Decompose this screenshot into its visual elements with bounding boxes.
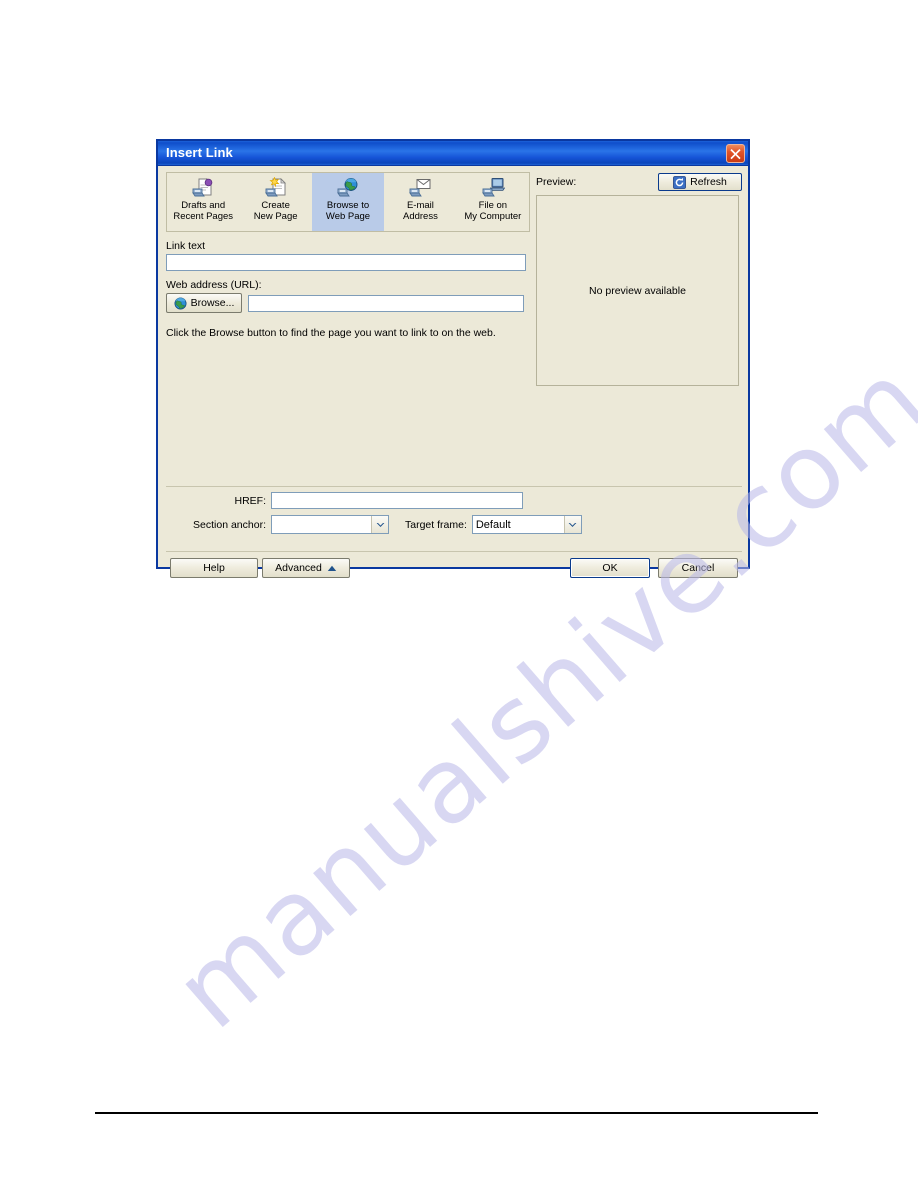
link-settings-column: Drafts and Recent Pages Create New Page … — [166, 172, 536, 339]
link-type-label: File on My Computer — [464, 200, 522, 222]
link-type-email-address[interactable]: E-mail Address — [384, 173, 456, 231]
browse-web-page-icon — [335, 176, 361, 198]
href-label: HREF: — [234, 494, 267, 507]
link-type-label: Create New Page — [253, 200, 298, 222]
advanced-panel: HREF: Section anchor: Target frame: Defa… — [166, 492, 742, 540]
refresh-button[interactable]: Refresh — [658, 173, 742, 191]
preview-pane: No preview available — [536, 195, 739, 386]
email-address-icon — [407, 176, 433, 198]
href-input[interactable] — [271, 492, 523, 509]
link-text-label: Link text — [166, 240, 206, 252]
help-button-label: Help — [203, 562, 225, 574]
globe-icon — [174, 297, 187, 309]
drafts-recent-pages-icon — [190, 176, 216, 198]
chevron-down-icon — [371, 516, 388, 533]
dialog-title: Insert Link — [166, 145, 233, 160]
section-anchor-select[interactable] — [271, 515, 389, 534]
link-type-toolbar: Drafts and Recent Pages Create New Page … — [166, 172, 530, 232]
chevron-down-icon — [563, 516, 581, 533]
link-type-file-on-my-computer[interactable]: File on My Computer — [457, 173, 529, 231]
ok-button[interactable]: OK — [570, 558, 650, 578]
anchor-frame-row: Section anchor: Target frame: Default — [166, 515, 742, 534]
insert-link-dialog: Insert Link Drafts and Recent Pages Crea… — [156, 139, 750, 578]
target-frame-select[interactable]: Default — [471, 515, 582, 534]
advanced-separator-top — [166, 486, 742, 487]
page-footer-rule — [95, 1112, 818, 1114]
web-address-input[interactable] — [248, 294, 524, 312]
dialog-footer: Help Advanced OK Cancel — [158, 558, 748, 588]
close-button[interactable] — [726, 144, 745, 163]
browse-hint-text: Click the Browse button to find the page… — [166, 327, 496, 339]
link-type-browse-to-web-page[interactable]: Browse to Web Page — [311, 173, 385, 231]
href-row: HREF: — [166, 492, 742, 509]
cancel-button-label: Cancel — [681, 562, 715, 574]
ok-button-label: OK — [602, 562, 618, 574]
preview-header: Preview: Refresh — [536, 172, 742, 192]
preview-label: Preview: — [536, 176, 577, 188]
preview-column: Preview: Refresh No preview available — [536, 172, 742, 386]
link-type-create-new-page[interactable]: Create New Page — [239, 173, 311, 231]
web-address-label: Web address (URL): — [166, 279, 262, 291]
preview-empty-message: No preview available — [589, 284, 686, 297]
advanced-button-label: Advanced — [275, 562, 322, 574]
browse-button-label: Browse... — [190, 297, 235, 309]
link-type-label: Drafts and Recent Pages — [173, 200, 234, 222]
refresh-button-label: Refresh — [690, 176, 727, 188]
refresh-icon — [673, 175, 687, 189]
target-frame-label: Target frame: — [405, 518, 467, 531]
section-anchor-label: Section anchor: — [193, 518, 266, 531]
dialog-body: Drafts and Recent Pages Create New Page … — [158, 166, 748, 578]
target-frame-value: Default — [475, 518, 511, 531]
advanced-button[interactable]: Advanced — [262, 558, 350, 578]
triangle-up-icon — [327, 565, 337, 571]
link-text-input[interactable] — [166, 254, 526, 271]
link-type-label: Browse to Web Page — [325, 200, 371, 222]
link-type-drafts-and-recent-pages[interactable]: Drafts and Recent Pages — [167, 173, 239, 231]
link-type-label: E-mail Address — [402, 200, 438, 222]
cancel-button[interactable]: Cancel — [658, 558, 738, 578]
web-address-row: Browse... — [166, 293, 536, 313]
browse-button[interactable]: Browse... — [166, 293, 242, 313]
advanced-separator-bottom — [166, 551, 742, 552]
file-on-my-computer-icon — [480, 176, 506, 198]
dialog-title-bar: Insert Link — [158, 141, 748, 166]
create-new-page-icon — [263, 176, 289, 198]
close-icon — [730, 149, 741, 160]
help-button[interactable]: Help — [170, 558, 258, 578]
